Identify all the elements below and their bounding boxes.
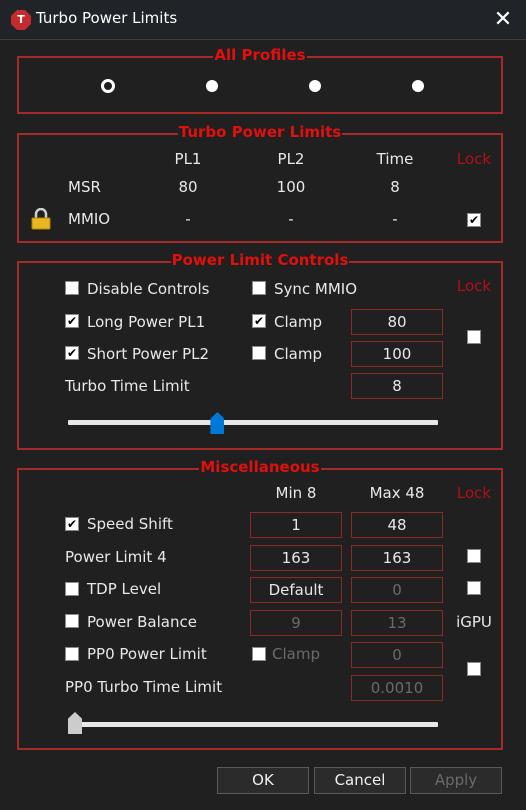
pl1-clamp-checkbox[interactable]: ✔: [252, 314, 266, 328]
pl1-value-field[interactable]: 80: [351, 309, 443, 335]
short-power-pl2-checkbox[interactable]: ✔: [65, 346, 79, 360]
speed-shift-min-field[interactable]: 1: [250, 512, 342, 538]
column-header-pl1: PL1: [174, 150, 202, 168]
profile-radio-3[interactable]: [309, 80, 321, 92]
cancel-button[interactable]: Cancel: [314, 767, 406, 794]
msr-time-value: 8: [390, 178, 400, 196]
pp0-power-limit-label: PP0 Power Limit: [87, 645, 207, 663]
msr-label: MSR: [68, 178, 101, 196]
pp0-turbo-time-field[interactable]: 0.0010: [351, 675, 443, 701]
msr-pl2-value: 100: [276, 178, 306, 196]
disable-controls-label: Disable Controls: [87, 280, 210, 298]
close-icon: ✕: [493, 7, 513, 32]
max-header: Max 48: [369, 484, 425, 502]
turbo-power-limits-group: Turbo Power Limits PL1 PL2 Time Lock MSR…: [17, 123, 503, 243]
pp0-power-limit-checkbox[interactable]: [65, 647, 79, 661]
ok-button[interactable]: OK: [217, 767, 309, 794]
lock-label: Lock: [456, 277, 492, 295]
close-button[interactable]: ✕: [480, 0, 526, 39]
power-limit-controls-legend: Power Limit Controls: [170, 251, 350, 269]
sync-mmio-checkbox[interactable]: [252, 281, 266, 295]
apply-button[interactable]: Apply: [410, 767, 502, 794]
power-limit-4-lock-checkbox[interactable]: [467, 549, 481, 563]
mmio-lock-checkbox[interactable]: ✔: [467, 213, 481, 227]
power-balance-cpu-field[interactable]: 9: [250, 610, 342, 636]
padlock-icon: [31, 208, 51, 230]
power-balance-label: Power Balance: [87, 613, 197, 631]
pp0-turbo-time-slider-thumb[interactable]: [68, 712, 82, 734]
turbo-time-limit-label: Turbo Time Limit: [65, 377, 190, 395]
pl2-clamp-checkbox[interactable]: [252, 346, 266, 360]
igpu-label: iGPU: [456, 613, 492, 631]
power-limit-controls-group: Power Limit Controls Disable Controls Sy…: [17, 251, 503, 450]
profile-radio-4[interactable]: [412, 80, 424, 92]
tdp-level-checkbox[interactable]: [65, 582, 79, 596]
pp0-clamp-label: Clamp: [272, 645, 320, 663]
pp0-turbo-time-slider[interactable]: [68, 722, 438, 727]
pp0-turbo-time-label: PP0 Turbo Time Limit: [65, 678, 223, 696]
power-balance-checkbox[interactable]: [65, 614, 79, 628]
power-balance-igpu-field[interactable]: 13: [351, 610, 443, 636]
msr-pl1-value: 80: [178, 178, 198, 196]
long-power-pl1-checkbox[interactable]: ✔: [65, 314, 79, 328]
mmio-pl1-value: -: [185, 210, 191, 228]
pp0-clamp-checkbox[interactable]: [252, 647, 266, 661]
pl2-clamp-label: Clamp: [274, 345, 322, 363]
turbo-time-slider[interactable]: [68, 420, 438, 425]
disable-controls-checkbox[interactable]: [65, 281, 79, 295]
min-header: Min 8: [275, 484, 317, 502]
profile-radio-1[interactable]: [101, 79, 115, 93]
power-limit-lock-checkbox[interactable]: [467, 330, 481, 344]
speed-shift-max-field[interactable]: 48: [351, 512, 443, 538]
pp0-power-limit-field[interactable]: 0: [351, 642, 443, 668]
mmio-label: MMIO: [68, 210, 111, 228]
pl1-clamp-label: Clamp: [274, 313, 322, 331]
title-bar: T Turbo Power Limits ✕: [0, 0, 526, 40]
lock-label: Lock: [456, 484, 492, 502]
mmio-time-value: -: [392, 210, 398, 228]
short-power-pl2-label: Short Power PL2: [87, 345, 210, 363]
all-profiles-legend: All Profiles: [213, 46, 307, 64]
long-power-pl1-label: Long Power PL1: [87, 313, 206, 331]
power-limit-4-label: Power Limit 4: [65, 548, 167, 566]
tdp-level-label: TDP Level: [87, 580, 162, 598]
pl2-value-field[interactable]: 100: [351, 341, 443, 367]
mmio-pl2-value: -: [288, 210, 294, 228]
turbo-time-value-field[interactable]: 8: [351, 373, 443, 399]
profile-radio-2[interactable]: [206, 80, 218, 92]
lock-label: Lock: [456, 150, 492, 168]
all-profiles-group: All Profiles: [17, 46, 503, 114]
tdp-level-value-field[interactable]: 0: [351, 577, 443, 603]
tdp-level-lock-checkbox[interactable]: [467, 581, 481, 595]
miscellaneous-group: Miscellaneous Min 8 Max 48 Lock ✔ Speed …: [17, 458, 503, 750]
power-limit-4-min-field[interactable]: 163: [250, 545, 342, 571]
power-limit-4-max-field[interactable]: 163: [351, 545, 443, 571]
turbo-power-limits-legend: Turbo Power Limits: [177, 123, 343, 141]
window-title: Turbo Power Limits: [36, 9, 178, 27]
miscellaneous-legend: Miscellaneous: [199, 458, 321, 476]
tdp-level-select[interactable]: Default: [250, 577, 342, 603]
column-header-time: Time: [376, 150, 414, 168]
column-header-pl2: PL2: [277, 150, 305, 168]
pp0-lock-checkbox[interactable]: [467, 662, 481, 676]
turbo-time-slider-thumb[interactable]: [210, 412, 225, 434]
app-icon: T: [11, 10, 31, 30]
speed-shift-checkbox[interactable]: ✔: [65, 517, 79, 531]
speed-shift-label: Speed Shift: [87, 515, 173, 533]
sync-mmio-label: Sync MMIO: [274, 280, 358, 298]
